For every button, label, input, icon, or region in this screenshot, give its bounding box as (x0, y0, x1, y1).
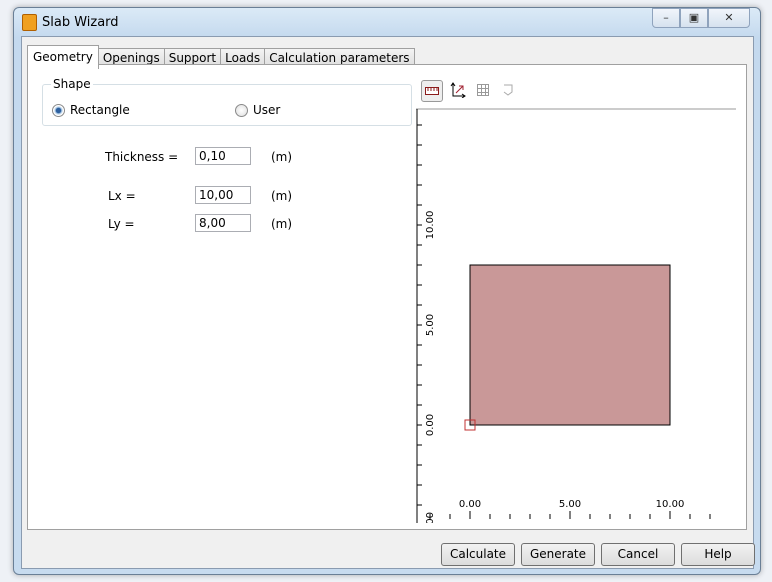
grid-icon[interactable] (473, 80, 493, 100)
radio-label: Rectangle (70, 103, 130, 117)
radio-unchecked-icon (235, 103, 248, 117)
radio-checked-icon (52, 103, 65, 117)
y-tick-label: 10.00 (425, 211, 436, 240)
geometry-panel: Shape Rectangle User Thickness = (m) Lx … (27, 64, 747, 530)
x-tick-label: 10.00 (656, 499, 685, 510)
cancel-button[interactable]: Cancel (601, 543, 675, 566)
minimize-button[interactable]: – (652, 8, 680, 28)
x-tick-label: 0.00 (459, 499, 481, 510)
thickness-label: Thickness = (105, 150, 179, 164)
slab-wizard-window: Slab Wizard – ▣ ✕ Geometry Openings Supp… (13, 7, 761, 575)
radio-user[interactable]: User (235, 103, 280, 117)
y-tick-label: 5.00 (425, 314, 436, 336)
maximize-button[interactable]: ▣ (680, 8, 708, 28)
slab-rectangle (469, 264, 671, 426)
window-title: Slab Wizard (42, 15, 119, 30)
ly-unit: (m) (271, 217, 293, 231)
thickness-unit: (m) (271, 150, 293, 164)
y-tick-label: -5.00 (425, 512, 436, 523)
radio-rectangle[interactable]: Rectangle (52, 103, 130, 117)
lx-label: Lx = (108, 189, 136, 203)
app-icon (22, 14, 37, 31)
x-tick-label: 5.00 (559, 499, 581, 510)
shape-group: Shape Rectangle User (42, 77, 412, 126)
lx-input[interactable] (195, 186, 251, 204)
shape-legend: Shape (51, 77, 93, 91)
axes-icon[interactable] (448, 80, 468, 100)
slab-preview: 0.00 5.00 10.00 10.00 5.00 0.00 -5.00 (416, 108, 736, 523)
close-button[interactable]: ✕ (708, 8, 750, 28)
y-tick-label: 0.00 (425, 414, 436, 436)
thickness-input[interactable] (195, 147, 251, 165)
help-button[interactable]: Help (681, 543, 755, 566)
ruler-icon[interactable] (421, 80, 443, 102)
calculate-button[interactable]: Calculate (441, 543, 515, 566)
ly-input[interactable] (195, 214, 251, 232)
shape-icon[interactable] (498, 80, 518, 100)
radio-label: User (253, 103, 281, 117)
tab-geometry[interactable]: Geometry (27, 45, 99, 69)
lx-unit: (m) (271, 189, 293, 203)
generate-button[interactable]: Generate (521, 543, 595, 566)
ly-label: Ly = (108, 217, 135, 231)
